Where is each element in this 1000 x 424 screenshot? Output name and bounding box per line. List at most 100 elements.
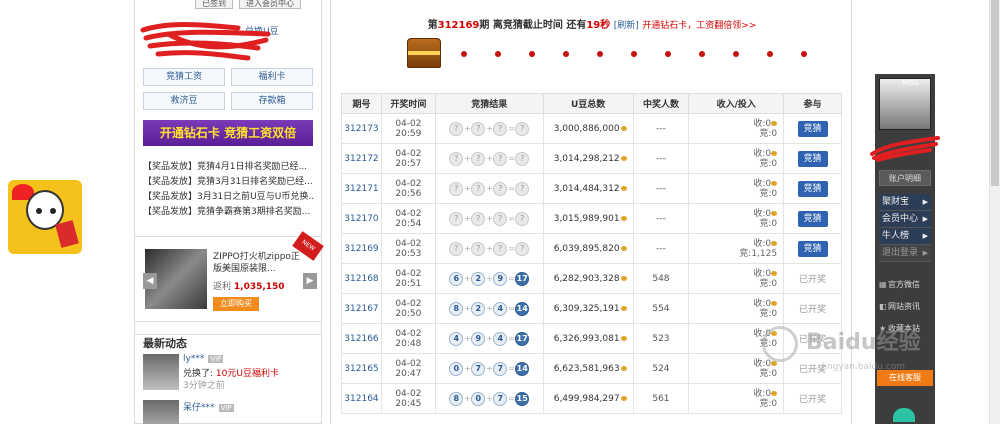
winners-cell: 524 — [632, 353, 690, 384]
pool-value: 6,309,325,191 — [553, 303, 620, 314]
period-cell[interactable]: 312172 — [341, 143, 382, 174]
page-scrollbar[interactable] — [989, 0, 1000, 424]
invest-value: 竞:0 — [759, 128, 778, 139]
period-cell[interactable]: 312170 — [341, 203, 382, 234]
period-cell[interactable]: 312164 — [341, 383, 382, 414]
plus-sign: + — [486, 364, 493, 373]
pool-value: 6,039,895,820 — [553, 243, 620, 254]
bet-button[interactable]: 竞猜 — [797, 120, 828, 137]
period-cell[interactable]: 312166 — [341, 323, 382, 354]
plus-sign: + — [486, 334, 493, 343]
result-balls: ? +? +? =? — [449, 211, 530, 226]
account-detail-button[interactable]: 账户明细 — [879, 170, 931, 186]
draw-time: 20:47 — [395, 368, 422, 379]
coin-icon — [620, 215, 627, 221]
news-link[interactable]: ◧网站资讯 — [877, 296, 933, 318]
news-item[interactable]: 【奖品发放】竞猜3月31日排名奖励已经... — [143, 175, 315, 190]
draw-date: 04-02 — [395, 298, 422, 309]
buy-now-button[interactable]: 立即购买 — [213, 297, 259, 311]
plus-sign: + — [486, 394, 493, 403]
prev-arrow-icon[interactable]: ◀ — [143, 273, 157, 289]
result-cell: 8 +0 +7 = 15 — [434, 383, 544, 414]
bet-button[interactable]: 竞猜 — [797, 150, 828, 167]
opened-label: 已开奖 — [799, 305, 827, 315]
plus-sign: + — [486, 304, 493, 313]
action-item[interactable]: 10元U豆福利卡 — [216, 369, 279, 379]
menu-item-logout[interactable]: 退出登录 ▶ — [879, 245, 931, 262]
pool-cell: 6,499,984,297 — [542, 383, 634, 414]
coin-icon — [771, 270, 778, 276]
period-number: 312169 — [437, 20, 480, 31]
equals-sign: = — [508, 124, 515, 133]
news-item[interactable]: 【奖品发放】竞猜争霸赛第3期排名奖励... — [143, 205, 315, 220]
news-item[interactable]: 【奖品发放】竞猜4月1日排名奖励已经... — [143, 160, 315, 175]
result-cell: 0 +7 +7 = 14 — [434, 353, 544, 384]
pool-cell: 3,000,886,000 — [542, 113, 634, 144]
guess-salary-button[interactable]: 竞猜工资 — [143, 68, 225, 86]
menu-item-top-players[interactable]: 牛人榜 ▶ — [879, 228, 931, 245]
relief-beans-button[interactable]: 救济豆 — [143, 92, 225, 110]
member-center-button[interactable]: 进入会员中心 — [239, 0, 301, 9]
top-buttons: 已签到 进入会员中心 — [195, 0, 301, 9]
service-bot-icon[interactable] — [893, 408, 915, 422]
result-balls: ? +? +? =? — [449, 121, 530, 136]
menu-item-jucaibao[interactable]: 聚财宝 ▶ — [879, 194, 931, 211]
activity-user[interactable]: ly*** VIP — [183, 354, 224, 364]
result-ball: 2 — [471, 271, 486, 286]
mascot-card — [55, 220, 79, 248]
bet-button[interactable]: 竞猜 — [797, 210, 828, 227]
diamond-card-banner[interactable]: 开通钻石卡 竞猜工资双倍 — [143, 120, 313, 146]
mascot-ad[interactable] — [8, 180, 82, 254]
result-ball: ? — [449, 241, 464, 256]
result-balls: ? +? +? =? — [449, 241, 530, 256]
period-cell[interactable]: 312171 — [341, 173, 382, 204]
period-cell[interactable]: 312165 — [341, 353, 382, 384]
chevron-right-icon: ▶ — [922, 249, 928, 257]
welfare-card-button[interactable]: 福利卡 — [231, 68, 313, 86]
period-cell[interactable]: 312173 — [341, 113, 382, 144]
plus-sign: + — [486, 124, 493, 133]
period-cell[interactable]: 312167 — [341, 293, 382, 324]
col-pool: U豆总数 — [542, 93, 634, 114]
next-arrow-icon[interactable]: ▶ — [303, 273, 317, 289]
progress-dot — [597, 51, 603, 57]
action-cell: 竞猜 — [783, 173, 842, 204]
prize-name[interactable]: ZIPPO打火机zippo正版美国原装限... — [213, 251, 305, 275]
user-name[interactable]: ly*** — [183, 354, 204, 364]
draw-time-cell: 04-02 20:48 — [380, 323, 436, 354]
user-name[interactable]: 呆仔*** — [183, 403, 215, 413]
result-ball: ? — [515, 121, 530, 136]
period-cell[interactable]: 312169 — [341, 233, 382, 264]
avatar[interactable] — [143, 400, 179, 424]
invest-value: 竞:0 — [759, 188, 778, 199]
draw-time-cell: 04-02 20:57 — [380, 143, 436, 174]
result-cell: ? +? +? =? — [434, 173, 544, 204]
user-avatar[interactable]: MiSs — [879, 78, 931, 130]
plus-sign: + — [464, 214, 471, 223]
result-ball: ? — [449, 211, 464, 226]
pool-cell: 3,014,298,212 — [542, 143, 634, 174]
result-ball: ? — [515, 241, 530, 256]
opened-label: 已开奖 — [799, 395, 827, 405]
open-diamond-card-link[interactable]: 开通钻石卡，工资翻倍领>> — [642, 21, 756, 31]
news-item[interactable]: 【奖品发放】3月31日之前U豆与U币兑换... — [143, 190, 315, 205]
bet-button[interactable]: 竞猜 — [797, 180, 828, 197]
result-balls: 0 +7 +7 = 14 — [449, 361, 530, 376]
period-cell[interactable]: 312168 — [341, 263, 382, 294]
plus-sign: + — [464, 124, 471, 133]
table-header-row: 期号 开奖时间 竞猜结果 U豆总数 中奖人数 收入/投入 参与 — [341, 93, 842, 114]
signed-in-button[interactable]: 已签到 — [195, 0, 233, 9]
activity-user[interactable]: 呆仔*** VIP — [183, 400, 234, 413]
deposit-box-button[interactable]: 存款箱 — [231, 92, 313, 110]
bet-button[interactable]: 竞猜 — [797, 240, 828, 257]
coin-icon — [771, 300, 778, 306]
wechat-link[interactable]: ▦官方微信 — [877, 274, 933, 296]
menu-item-member-center[interactable]: 会员中心 ▶ — [879, 211, 931, 228]
avatar[interactable] — [143, 354, 179, 390]
refresh-link[interactable]: [刷新] — [614, 21, 639, 31]
invest-value: 竞:0 — [759, 218, 778, 229]
scrollbar-thumb[interactable] — [991, 0, 999, 186]
menu-label: 会员中心 — [882, 214, 919, 224]
treasure-chest-icon[interactable] — [407, 38, 441, 68]
result-cell: ? +? +? =? — [434, 143, 544, 174]
